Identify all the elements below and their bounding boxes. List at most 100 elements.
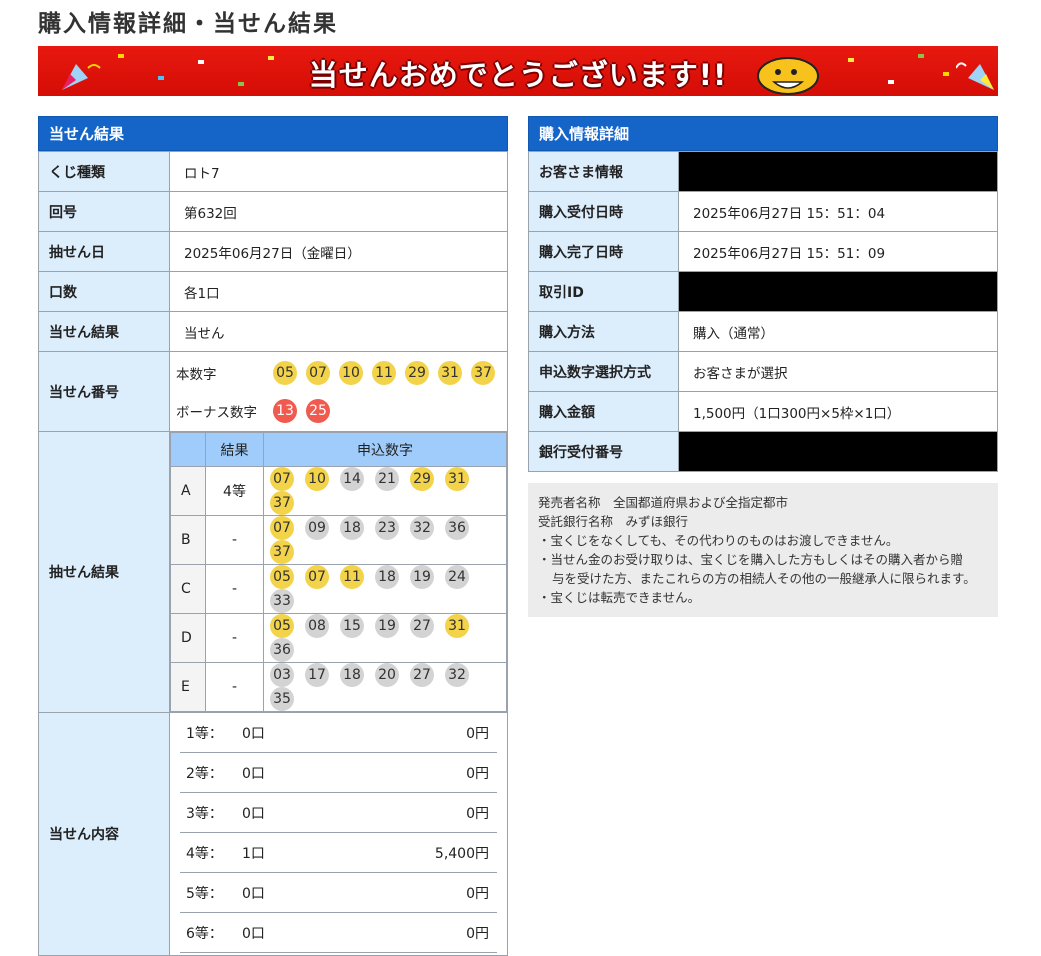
number-ball: 37 — [270, 491, 294, 515]
number-ball: 11 — [372, 360, 396, 385]
prize-amount: 0円 — [466, 885, 489, 902]
prize-amount: 5,400円 — [434, 845, 489, 862]
number-ball: 31 — [445, 614, 469, 638]
purchase-info-heading: 購入情報詳細 — [528, 116, 998, 151]
issuer-note: 発売者名称 全国都道府県および全指定都市 — [538, 495, 789, 510]
row-value: 1,500円（1口300円×5枠×1口） — [678, 391, 998, 432]
number-ball: 21 — [375, 467, 399, 491]
number-ball: 31 — [445, 467, 469, 491]
number-ball: 31 — [438, 360, 462, 385]
result-row-draw-date: 抽せん日 2025年06月27日（金曜日） — [38, 231, 508, 272]
number-ball: 24 — [445, 565, 469, 589]
row-label: 購入方法 — [528, 311, 679, 352]
row-label: 購入完了日時 — [528, 231, 679, 272]
number-ball: 05 — [270, 614, 294, 638]
row-label: 取引ID — [528, 271, 679, 312]
bonus-numbers-balls: 13 25 — [273, 398, 339, 423]
prize-count: 0口 — [242, 925, 265, 942]
line-result: - — [205, 662, 264, 712]
lost-ticket-note: ・宝くじをなくしても、その代わりのものはお渡しできません。 — [538, 533, 899, 548]
number-ball: 32 — [445, 663, 469, 687]
number-ball: 15 — [340, 614, 364, 638]
number-ball: 25 — [306, 398, 330, 423]
prize-count: 1口 — [242, 845, 265, 862]
number-ball: 18 — [375, 565, 399, 589]
number-ball: 11 — [340, 565, 364, 589]
number-ball: 14 — [340, 467, 364, 491]
draw-line-row: B -07 09 18 23 32 36 37 — [170, 515, 507, 565]
number-ball: 32 — [410, 516, 434, 540]
line-letter: C — [170, 564, 206, 614]
row-label: お客さま情報 — [528, 151, 679, 192]
number-ball: 19 — [410, 565, 434, 589]
prize-rank: 5等： — [186, 885, 223, 902]
row-label: 当せん結果 — [38, 311, 170, 352]
draw-line-row: A 4等 07 10 14 21 29 31 37 — [170, 466, 507, 516]
row-value: 第632回 — [169, 191, 508, 232]
line-letter: D — [170, 613, 206, 663]
redacted-value — [678, 151, 998, 192]
number-ball: 37 — [270, 540, 294, 564]
row-value: 購入（通常） — [678, 311, 998, 352]
prize-content-row: 当せん内容 1等： 0口 0円 2等： 0口 0円 3等： 0口 0円 4等： 1口 5,400円 5等… — [38, 712, 508, 956]
row-label: 銀行受付番号 — [528, 431, 679, 472]
number-ball: 03 — [270, 663, 294, 687]
prize-row: 4等： 1口 5,400円 — [180, 833, 497, 873]
row-label: 口数 — [38, 271, 170, 312]
number-ball: 20 — [375, 663, 399, 687]
prize-rank: 2等： — [186, 765, 223, 782]
purchase-row: 購入受付日時 2025年06月27日 15：51：04 — [528, 191, 998, 232]
prize-row: 3等： 0口 0円 — [180, 793, 497, 833]
winning-numbers-cell: 本数字 05 07 10 11 29 31 37 ボーナス数字 13 25 — [169, 351, 508, 432]
draw-line-row: D -05 08 15 19 27 31 36 — [170, 613, 507, 663]
mascot-character-icon — [757, 57, 819, 95]
line-letter: B — [170, 515, 206, 565]
draw-result-header: 結果 申込数字 — [170, 432, 507, 467]
row-label: 申込数字選択方式 — [528, 351, 679, 392]
number-ball: 17 — [305, 663, 329, 687]
purchase-row: 取引ID — [528, 271, 998, 312]
prize-count: 0口 — [242, 885, 265, 902]
row-value: 2025年06月27日 15：51：04 — [678, 191, 998, 232]
purchase-row: 銀行受付番号 — [528, 431, 998, 472]
purchase-row: お客さま情報 — [528, 151, 998, 192]
line-numbers: 03 17 18 20 27 32 35 — [263, 662, 507, 712]
number-ball: 09 — [305, 516, 329, 540]
purchase-row: 購入完了日時 2025年06月27日 15：51：09 — [528, 231, 998, 272]
number-ball: 36 — [445, 516, 469, 540]
line-letter: A — [170, 466, 206, 516]
prize-row: 2等： 0口 0円 — [180, 753, 497, 793]
number-ball: 29 — [405, 360, 429, 385]
number-ball: 27 — [410, 663, 434, 687]
number-ball: 08 — [305, 614, 329, 638]
number-ball: 37 — [471, 360, 495, 385]
line-numbers: 07 10 14 21 29 31 37 — [263, 466, 507, 516]
prize-list: 1等： 0口 0円 2等： 0口 0円 3等： 0口 0円 4等： 1口 5,400円 5等： 0口 0円 6… — [170, 713, 507, 953]
number-ball: 33 — [270, 589, 294, 613]
number-ball: 07 — [270, 467, 294, 491]
winning-result-heading: 当せん結果 — [38, 116, 508, 151]
purchase-info-panel: 購入情報詳細 お客さま情報 購入受付日時 2025年06月27日 15：51：04 購… — [528, 116, 998, 472]
prize-count: 0口 — [242, 725, 265, 742]
row-value: ロト7 — [169, 151, 508, 192]
row-label: 回号 — [38, 191, 170, 232]
row-label: 当せん内容 — [38, 712, 170, 956]
result-row-lottery-type: くじ種類 ロト7 — [38, 151, 508, 192]
result-row-outcome: 当せん結果 当せん — [38, 311, 508, 352]
line-result: 4等 — [205, 466, 264, 516]
number-ball: 05 — [270, 565, 294, 589]
line-col-header — [170, 432, 206, 467]
main-numbers-balls: 05 07 10 11 29 31 37 — [273, 360, 504, 385]
bonus-numbers-line: ボーナス数字 13 25 — [176, 392, 507, 430]
row-label: 購入受付日時 — [528, 191, 679, 232]
result-col-header: 結果 — [205, 432, 264, 467]
winning-result-table: くじ種類 ロト7 回号 第632回 抽せん日 2025年06月27日（金曜日） … — [38, 151, 508, 956]
redacted-value — [678, 271, 998, 312]
row-label: くじ種類 — [38, 151, 170, 192]
draw-line-row: E -03 17 18 20 27 32 35 — [170, 662, 507, 712]
banner-text: 当せんおめでとうございます!! — [308, 58, 728, 92]
line-numbers: 05 07 11 18 19 24 33 — [263, 564, 507, 614]
row-label: 当せん番号 — [38, 351, 170, 432]
page: 購入情報詳細・当せん結果 当せんおめでとうございます!! 当せん結果 くじ種類 … — [0, 0, 1041, 956]
prize-rank: 4等： — [186, 845, 223, 862]
